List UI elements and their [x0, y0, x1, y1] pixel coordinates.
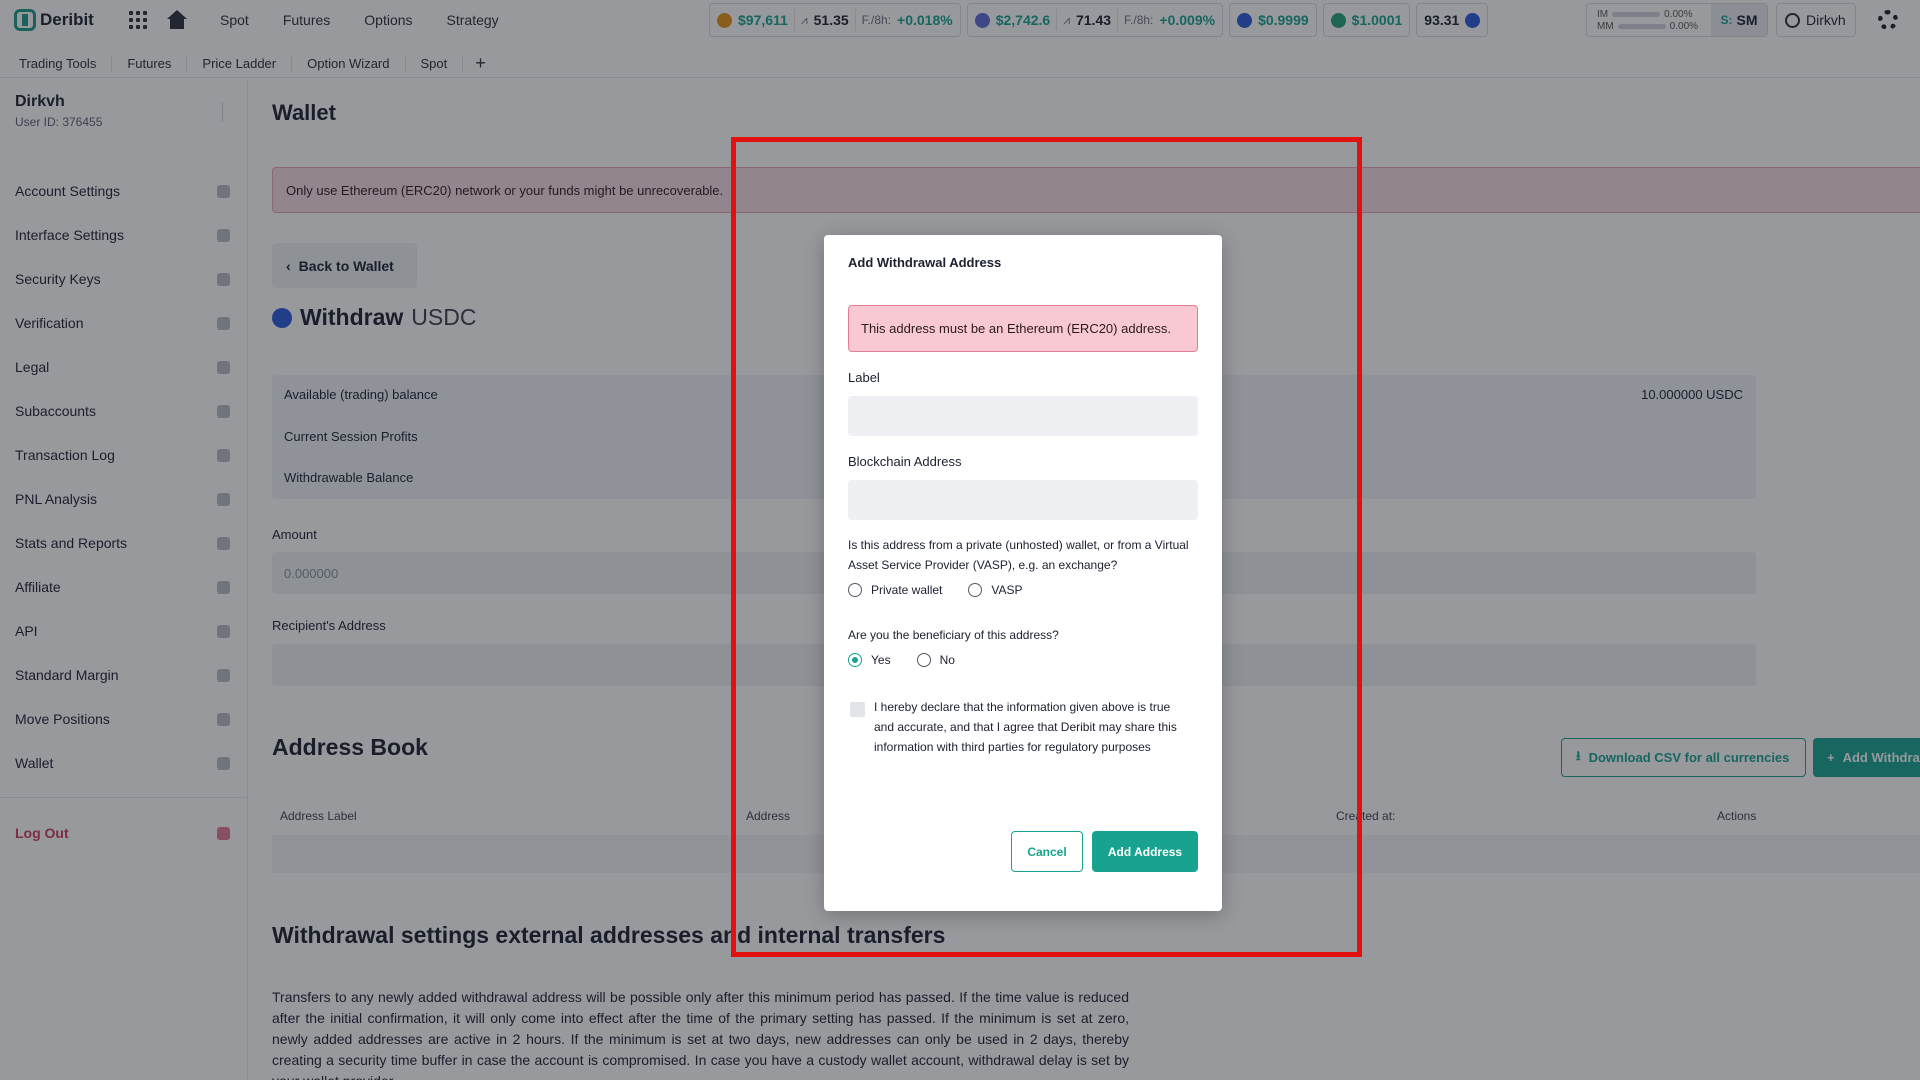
- modal-title: Add Withdrawal Address: [848, 255, 1002, 270]
- beneficiary-yes-radio[interactable]: [848, 653, 862, 667]
- cancel-button[interactable]: Cancel: [1011, 831, 1083, 872]
- beneficiary-options: Yes No: [848, 653, 971, 667]
- beneficiary-no-option[interactable]: No: [916, 653, 955, 667]
- beneficiary-question: Are you the beneficiary of this address?: [848, 628, 1059, 642]
- declaration-checkbox[interactable]: [850, 702, 865, 717]
- beneficiary-yes-label: Yes: [871, 653, 891, 667]
- private-wallet-label: Private wallet: [871, 583, 943, 597]
- add-address-button[interactable]: Add Address: [1092, 831, 1198, 872]
- add-withdrawal-address-modal: Add Withdrawal Address This address must…: [824, 235, 1222, 911]
- vasp-radio[interactable]: [968, 583, 983, 597]
- erc20-alert: This address must be an Ethereum (ERC20)…: [848, 305, 1198, 352]
- vasp-option[interactable]: VASP: [968, 583, 1023, 597]
- beneficiary-yes-option[interactable]: Yes: [848, 653, 891, 667]
- blockchain-address-input[interactable]: [848, 480, 1198, 520]
- wallet-type-options: Private wallet VASP: [848, 583, 1039, 597]
- beneficiary-no-label: No: [939, 653, 955, 667]
- private-wallet-option[interactable]: Private wallet: [848, 583, 942, 597]
- beneficiary-no-radio[interactable]: [916, 653, 931, 667]
- wallet-type-question: Is this address from a private (unhosted…: [848, 538, 1189, 572]
- label-field-label: Label: [848, 370, 880, 385]
- label-input[interactable]: [848, 396, 1198, 436]
- vasp-label: VASP: [991, 583, 1023, 597]
- private-wallet-radio[interactable]: [848, 583, 862, 597]
- address-field-label: Blockchain Address: [848, 454, 962, 469]
- declaration-text: I hereby declare that the information gi…: [874, 700, 1177, 754]
